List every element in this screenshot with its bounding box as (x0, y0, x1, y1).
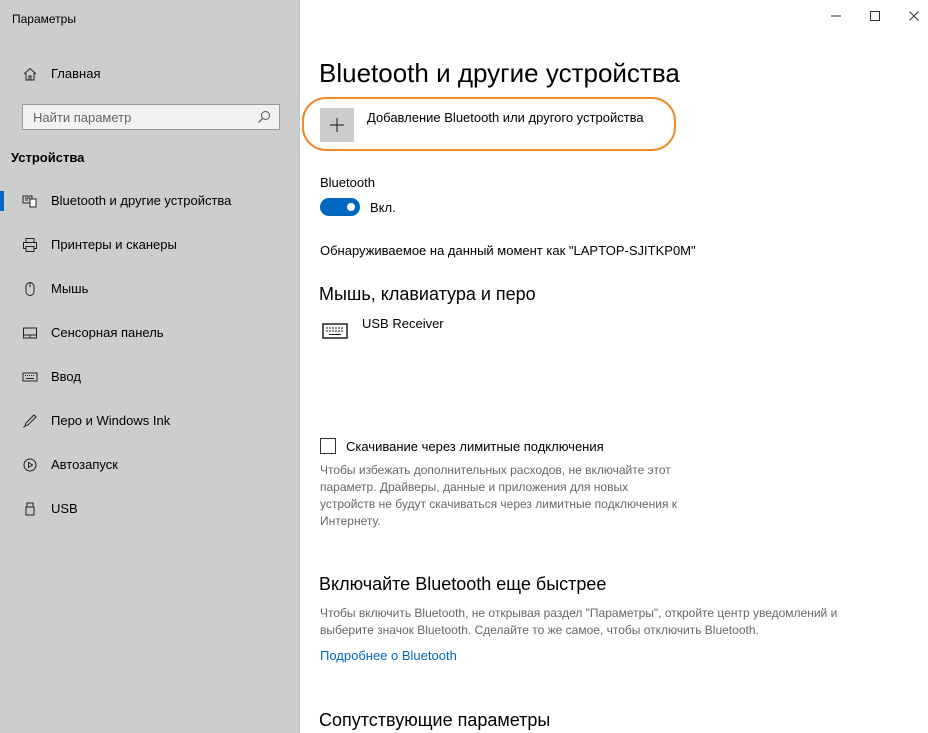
maximize-icon (870, 11, 880, 21)
metered-download-label[interactable]: Скачивание через лимитные подключения (346, 439, 604, 454)
add-device-button[interactable] (320, 108, 354, 142)
home-link[interactable]: Главная (0, 58, 299, 90)
discoverable-text: Обнаруживаемое на данный момент как "LAP… (320, 243, 696, 258)
bluetooth-state: Вкл. (370, 200, 396, 215)
search-input[interactable]: Найти параметр (22, 104, 280, 130)
sidebar-item-usb[interactable]: USB (0, 491, 299, 527)
sidebar-item-label: Перо и Windows Ink (51, 413, 171, 428)
close-button[interactable] (906, 10, 922, 26)
mouse-icon (25, 282, 35, 296)
bluetooth-label: Bluetooth (320, 175, 375, 190)
faster-bluetooth-heading: Включайте Bluetooth еще быстрее (319, 574, 607, 594)
mouse-keyboard-pen-heading: Мышь, клавиатура и перо (319, 284, 536, 304)
keyboard-device-icon (322, 323, 348, 339)
bluetooth-toggle[interactable] (320, 198, 360, 216)
device-name[interactable]: USB Receiver (362, 316, 444, 331)
faster-description-line: выберите значок Bluetooth. Сделайте то ж… (320, 623, 759, 637)
related-settings-heading: Сопутствующие параметры (319, 710, 551, 730)
app-title: Параметры (12, 12, 76, 26)
sidebar: Параметры Главная Найти параметр Устройс… (0, 0, 300, 733)
metered-description-line: параметр. Драйверы, данные и приложения … (320, 480, 629, 494)
sidebar-item-label: Сенсорная панель (51, 325, 164, 340)
selection-indicator (0, 191, 4, 211)
minimize-button[interactable] (828, 10, 844, 26)
toggle-knob (347, 203, 355, 211)
section-title-devices: Устройства (11, 150, 85, 165)
minimize-icon (831, 15, 841, 17)
sidebar-item-label: Принтеры и сканеры (51, 237, 177, 252)
sidebar-item-printers[interactable]: Принтеры и сканеры (0, 227, 299, 263)
sidebar-item-label: USB (51, 501, 78, 516)
sidebar-item-pen[interactable]: Перо и Windows Ink (0, 403, 299, 439)
sidebar-item-autoplay[interactable]: Автозапуск (0, 447, 299, 483)
bluetooth-devices-icon (22, 195, 37, 208)
sidebar-item-input[interactable]: Ввод (0, 359, 299, 395)
maximize-button[interactable] (867, 10, 883, 26)
sidebar-item-label: Ввод (51, 369, 81, 384)
learn-more-bluetooth-link[interactable]: Подробнее о Bluetooth (320, 648, 457, 663)
search-placeholder: Найти параметр (33, 110, 132, 125)
page-title: Bluetooth и другие устройства (319, 58, 680, 88)
usb-icon (25, 502, 35, 516)
printer-icon (23, 238, 37, 252)
sidebar-item-label: Автозапуск (51, 457, 118, 472)
pen-icon (23, 414, 37, 428)
close-icon (909, 11, 919, 21)
metered-description-line: устройств не будут скачиваться через лим… (320, 497, 678, 511)
search-icon (258, 111, 270, 123)
metered-description-line: Чтобы избежать дополнительных расходов, … (320, 463, 671, 477)
sidebar-item-label: Bluetooth и другие устройства (51, 193, 232, 208)
sidebar-item-bluetooth[interactable]: Bluetooth и другие устройства (0, 183, 299, 219)
touchpad-icon (23, 327, 37, 339)
sidebar-item-touchpad[interactable]: Сенсорная панель (0, 315, 299, 351)
add-device-label[interactable]: Добавление Bluetooth или другого устройс… (367, 110, 644, 125)
sidebar-item-mouse[interactable]: Мышь (0, 271, 299, 307)
home-icon (23, 67, 37, 81)
keyboard-icon (22, 372, 38, 382)
sidebar-item-label: Мышь (51, 281, 89, 296)
metered-download-checkbox[interactable] (320, 438, 336, 454)
faster-description-line: Чтобы включить Bluetooth, не открывая ра… (320, 606, 838, 620)
home-label: Главная (51, 66, 101, 81)
plus-icon (330, 118, 344, 132)
autoplay-icon (23, 458, 37, 472)
metered-description-line: Интернету. (320, 514, 381, 528)
